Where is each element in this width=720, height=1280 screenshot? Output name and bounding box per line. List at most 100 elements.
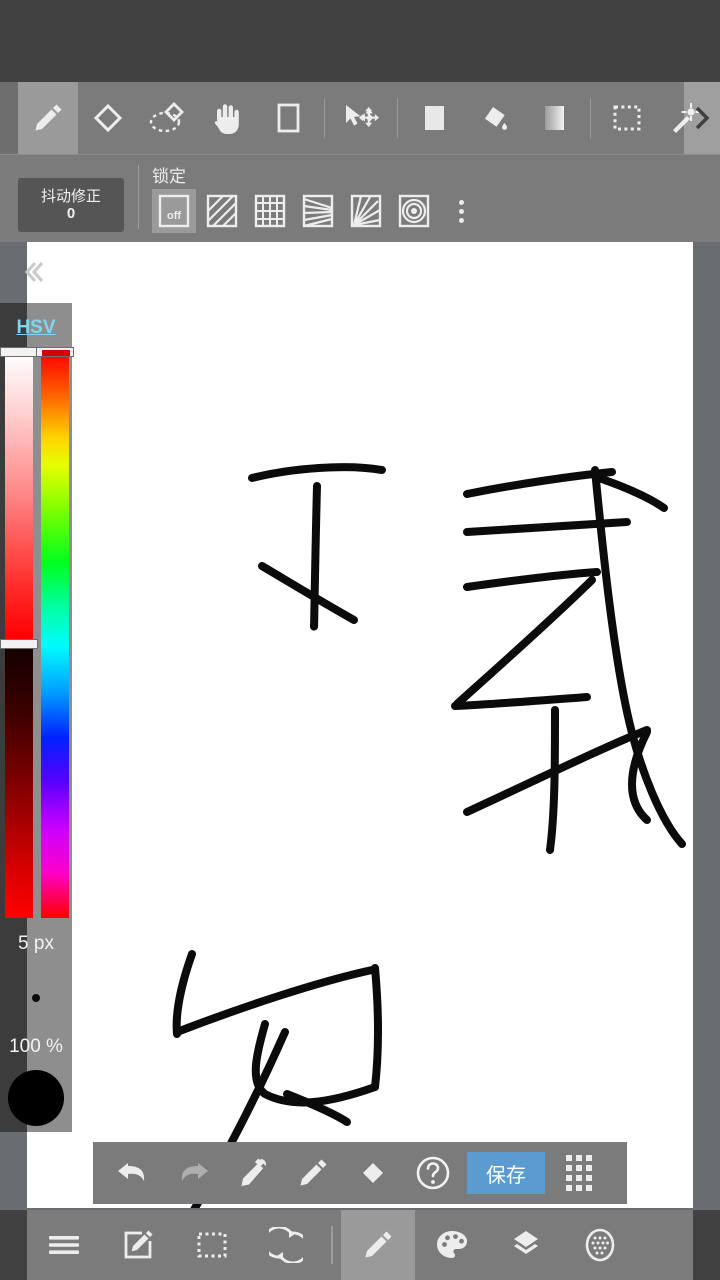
pencil-button[interactable] [283, 1142, 343, 1204]
layers-icon [514, 1231, 538, 1254]
hue-gradient [41, 353, 69, 918]
lock-off-text: off [167, 210, 181, 222]
selection-icon [197, 1232, 227, 1258]
hamburger-menu-icon [49, 1236, 79, 1254]
lock-concentric-circles[interactable] [392, 189, 436, 233]
current-color-swatch[interactable] [8, 1070, 64, 1126]
hsv-mode-tab[interactable]: HSV [0, 317, 72, 339]
gradient-tool[interactable] [524, 82, 584, 154]
drawing-canvas[interactable] [27, 242, 693, 1208]
brush-dot [32, 994, 40, 1002]
navbar-divider [331, 1226, 333, 1264]
nav-rotate-canvas[interactable] [249, 1210, 323, 1280]
saturation-value-slider[interactable] [0, 347, 38, 918]
nav-brush[interactable] [341, 1210, 415, 1280]
saturation-handle-top[interactable] [0, 347, 38, 357]
pencil-tool[interactable] [18, 82, 78, 154]
marquee-select-icon [613, 105, 641, 131]
lasso-eraser-icon [149, 102, 184, 133]
toolbar-left-edge [0, 82, 18, 154]
grid-icon [254, 194, 286, 228]
chevron-right-icon [695, 106, 710, 130]
eraser-icon [93, 103, 123, 133]
eraser-icon [363, 1163, 383, 1183]
toolbar-scroll-more[interactable] [684, 82, 720, 154]
help-button[interactable] [403, 1142, 463, 1204]
nav-menu[interactable] [27, 1210, 101, 1280]
hue-slider[interactable] [36, 347, 74, 918]
nav-layers[interactable] [489, 1210, 563, 1280]
options-divider [138, 165, 139, 229]
stabilizer-label: 抖动修正 [40, 187, 101, 205]
palette-icon [437, 1231, 467, 1258]
lock-off[interactable]: off [152, 189, 196, 233]
nav-edit-canvas[interactable] [101, 1210, 175, 1280]
floating-action-toolbar: 保存 [93, 1142, 627, 1204]
brush-size-label[interactable]: 5 px [0, 933, 72, 955]
lock-more-menu[interactable] [446, 189, 476, 233]
toolbar-divider [324, 98, 325, 138]
lock-off-icon: off [158, 194, 190, 228]
saturation-gradient-upper [5, 353, 33, 639]
hand-pan-tool[interactable] [198, 82, 258, 154]
main-toolbar [0, 82, 720, 154]
dot [458, 208, 464, 214]
navbar-inner [27, 1210, 693, 1280]
redo-arrow-icon [181, 1163, 208, 1181]
fill-rect-tool[interactable] [404, 82, 464, 154]
pencil-icon [300, 1159, 327, 1186]
rotate-canvas-icon [269, 1227, 303, 1263]
lock-options-row: off [152, 189, 476, 233]
nav-brush-settings[interactable] [563, 1210, 637, 1280]
marquee-select-tool[interactable] [597, 82, 657, 154]
lock-grid[interactable] [248, 189, 292, 233]
rectangle-frame-icon [277, 103, 300, 133]
help-circle-icon [416, 1156, 450, 1190]
color-panel: HSV 5 px 100 % [0, 303, 74, 1132]
lasso-eraser-tool[interactable] [138, 82, 198, 154]
hand-icon [214, 104, 239, 134]
stabilizer-value: 0 [66, 205, 76, 222]
hue-handle[interactable] [36, 347, 74, 357]
value-handle[interactable] [0, 639, 38, 649]
brush-settings-icon [585, 1228, 615, 1262]
paint-bucket-icon [484, 104, 507, 130]
move-transform-tool[interactable] [331, 82, 391, 154]
eraser-button[interactable] [343, 1142, 403, 1204]
undo-arrow-icon [118, 1163, 145, 1181]
saturation-gradient-lower [5, 645, 33, 918]
lock-perspective[interactable] [296, 189, 340, 233]
radial-lines-icon [350, 194, 382, 228]
lock-section-label: 锁定 [152, 167, 186, 186]
lock-radial-lines[interactable] [344, 189, 388, 233]
pencil-icon [365, 1231, 392, 1258]
panel-collapse-button[interactable] [18, 256, 50, 288]
dot-grid-icon [566, 1155, 592, 1191]
handwriting-artwork [172, 463, 686, 1208]
opacity-label[interactable]: 100 % [0, 1036, 72, 1058]
hue-handle-color [42, 350, 70, 356]
perspective-icon [302, 194, 334, 228]
stabilizer-control[interactable]: 抖动修正 0 [18, 178, 124, 232]
toolbar-divider [397, 98, 398, 138]
canvas-frame-tool[interactable] [258, 82, 318, 154]
undo-button[interactable] [103, 1142, 163, 1204]
status-bar-area [0, 0, 720, 82]
dot [458, 199, 464, 205]
eyedropper-icon [241, 1158, 266, 1186]
redo-button[interactable] [163, 1142, 223, 1204]
lock-parallel-lines[interactable] [200, 189, 244, 233]
eraser-tool[interactable] [78, 82, 138, 154]
parallel-lines-icon [206, 194, 238, 228]
bottom-navigation-bar [0, 1210, 720, 1280]
nav-selection[interactable] [175, 1210, 249, 1280]
pencil-icon [35, 104, 62, 131]
apps-grid-button[interactable] [549, 1142, 609, 1204]
eyedropper-button[interactable] [223, 1142, 283, 1204]
filled-square-icon [425, 106, 444, 130]
saturation-track [5, 353, 33, 918]
save-button[interactable]: 保存 [467, 1152, 545, 1194]
hue-track [41, 353, 69, 918]
paint-bucket-tool[interactable] [464, 82, 524, 154]
nav-palette[interactable] [415, 1210, 489, 1280]
